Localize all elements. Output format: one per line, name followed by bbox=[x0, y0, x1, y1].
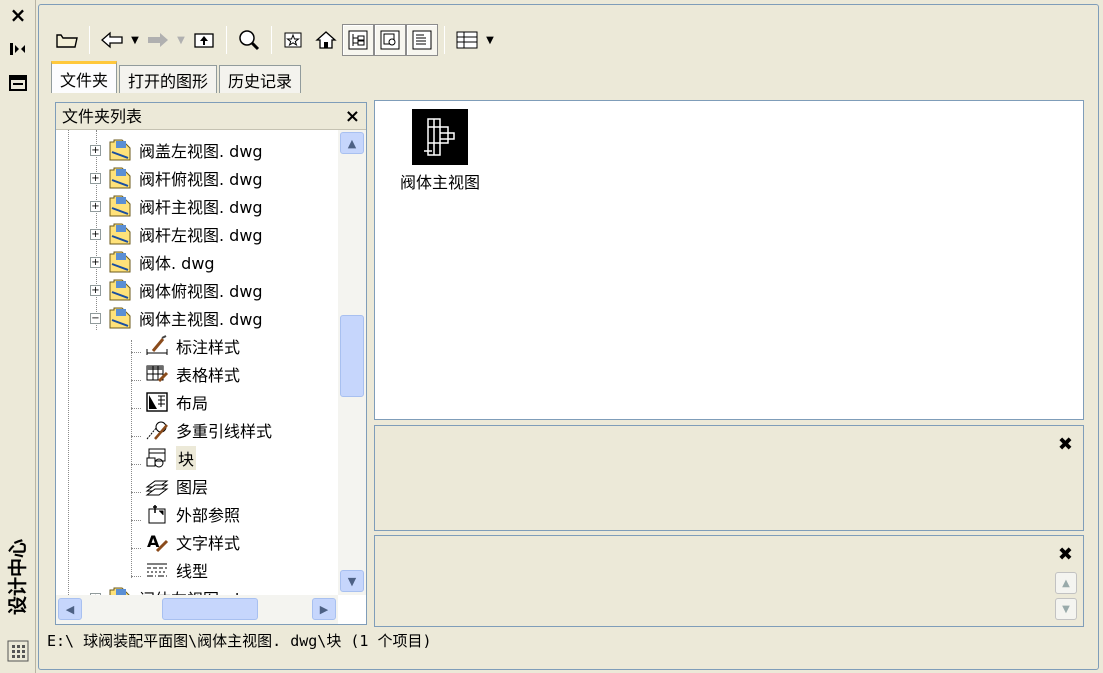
tree-row-layouts[interactable]: 布局 bbox=[144, 388, 208, 416]
tree-row-layers[interactable]: 图层 bbox=[144, 472, 208, 500]
close-icon[interactable]: × bbox=[345, 103, 360, 130]
xref-icon bbox=[144, 502, 170, 526]
views-dropdown-icon[interactable]: ▼ bbox=[483, 24, 497, 56]
linetype-icon bbox=[144, 558, 170, 582]
tree-row-text-styles[interactable]: A 文字样式 bbox=[144, 528, 240, 556]
block-icon bbox=[144, 446, 170, 470]
scrollbar-thumb[interactable] bbox=[162, 598, 258, 620]
collapse-icon[interactable]: − bbox=[90, 312, 101, 324]
tab-folders[interactable]: 文件夹 bbox=[51, 61, 118, 93]
scrollbar-thumb[interactable] bbox=[340, 315, 364, 397]
tree-row-drawing[interactable]: + 阀杆俯视图. dwg bbox=[90, 164, 263, 192]
layout-icon bbox=[144, 390, 170, 414]
dwg-file-icon bbox=[107, 166, 133, 190]
tree-toggle-icon[interactable] bbox=[342, 24, 374, 56]
description-icon[interactable] bbox=[406, 24, 438, 56]
dimension-style-icon bbox=[144, 334, 170, 358]
dwg-file-icon bbox=[107, 306, 133, 330]
close-icon[interactable]: × bbox=[6, 3, 30, 27]
block-thumbnail-icon bbox=[412, 109, 468, 165]
dwg-file-icon bbox=[107, 222, 133, 246]
home-icon[interactable] bbox=[310, 24, 342, 56]
folder-list-title: 文件夹列表 bbox=[62, 107, 143, 126]
tab-strip: 文件夹 打开的图形 历史记录 bbox=[51, 61, 303, 93]
scroll-up-icon[interactable]: ▲ bbox=[1055, 572, 1077, 594]
forward-dropdown-icon[interactable]: ▼ bbox=[174, 24, 188, 56]
dwg-file-icon bbox=[107, 278, 133, 302]
drawing-label: 阀体主视图. dwg bbox=[139, 310, 263, 329]
tree-row-blocks[interactable]: 块 bbox=[144, 444, 197, 472]
tree-row-linetypes[interactable]: 线型 bbox=[144, 556, 208, 584]
folder-list-header: 文件夹列表 × bbox=[56, 103, 366, 130]
scroll-up-icon[interactable]: ▲ bbox=[340, 132, 364, 154]
properties-icon[interactable] bbox=[6, 72, 30, 94]
status-bar: E:\ 球阀装配平面图\阀体主视图. dwg\块 (1 个项目) bbox=[47, 632, 432, 650]
forward-icon[interactable] bbox=[142, 24, 174, 56]
dwg-file-icon bbox=[107, 250, 133, 274]
tree-vertical-scrollbar[interactable]: ▲ ▼ bbox=[338, 130, 366, 595]
tree-row-drawing[interactable]: + 阀杆主视图. dwg bbox=[90, 192, 263, 220]
expand-icon[interactable]: + bbox=[90, 228, 101, 240]
block-item[interactable]: 阀体主视图 bbox=[385, 109, 495, 193]
table-style-icon bbox=[144, 362, 170, 386]
palette-title-strip: × 设计中心 bbox=[0, 0, 36, 673]
drawing-label: 阀体左视图. dwg bbox=[139, 586, 263, 595]
expand-icon[interactable]: + bbox=[90, 200, 101, 212]
palette-grip-icon[interactable] bbox=[6, 640, 30, 662]
favorites-icon[interactable] bbox=[278, 24, 310, 56]
design-center-window: ▼ ▼ ▼ 文件夹 打开的图形 历史记录 文件夹列表 × + 阀盖左视图. dw… bbox=[38, 4, 1099, 670]
scroll-down-icon[interactable]: ▼ bbox=[1055, 598, 1077, 620]
multileader-style-icon bbox=[144, 418, 170, 442]
back-dropdown-icon[interactable]: ▼ bbox=[128, 24, 142, 56]
tab-open-drawings[interactable]: 打开的图形 bbox=[119, 65, 218, 93]
tree-row-drawing[interactable]: + 阀盖左视图. dwg bbox=[90, 136, 263, 164]
preview-icon[interactable] bbox=[374, 24, 406, 56]
drawing-label: 阀体俯视图. dwg bbox=[139, 282, 263, 301]
dwg-file-icon bbox=[107, 194, 133, 218]
auto-hide-icon[interactable] bbox=[6, 38, 30, 60]
expand-icon[interactable]: + bbox=[90, 144, 101, 156]
folder-tree[interactable]: + 阀盖左视图. dwg + 阀杆俯视图. dwg + 阀杆主视图. dwg +… bbox=[56, 130, 338, 595]
views-icon[interactable] bbox=[451, 24, 483, 56]
expand-icon[interactable]: + bbox=[90, 172, 101, 184]
drawing-label: 阀体. dwg bbox=[139, 254, 215, 273]
dwg-file-icon bbox=[107, 138, 133, 162]
palette-title: 设计中心 bbox=[7, 539, 29, 616]
search-icon[interactable] bbox=[233, 24, 265, 56]
block-label: 阀体主视图 bbox=[399, 173, 480, 192]
scroll-left-icon[interactable]: ◀ bbox=[58, 598, 82, 620]
tree-row-drawing[interactable]: + 阀体左视图. dwg bbox=[90, 584, 263, 595]
tree-row-drawing[interactable]: + 阀杆左视图. dwg bbox=[90, 220, 263, 248]
layer-icon bbox=[144, 474, 170, 498]
description-pane: ✖ ▲ ▼ bbox=[374, 535, 1084, 627]
drawing-label: 阀盖左视图. dwg bbox=[139, 142, 263, 161]
tab-history[interactable]: 历史记录 bbox=[219, 65, 302, 93]
load-icon[interactable] bbox=[51, 24, 83, 56]
preview-pane: ✖ bbox=[374, 425, 1084, 531]
tree-row-drawing[interactable]: − 阀体主视图. dwg bbox=[90, 304, 263, 332]
tree-row-xrefs[interactable]: 外部参照 bbox=[144, 500, 240, 528]
tree-row-table-styles[interactable]: 表格样式 bbox=[144, 360, 240, 388]
drawing-label: 阀杆俯视图. dwg bbox=[139, 170, 263, 189]
tree-horizontal-scrollbar[interactable]: ◀ ▶ bbox=[56, 595, 338, 624]
dwg-file-icon bbox=[107, 586, 133, 595]
tree-row-drawing[interactable]: + 阀体. dwg bbox=[90, 248, 215, 276]
folder-list-panel: 文件夹列表 × + 阀盖左视图. dwg + 阀杆俯视图. dwg + 阀杆主视… bbox=[55, 102, 367, 625]
expand-icon[interactable]: + bbox=[90, 256, 101, 268]
text-style-icon: A bbox=[144, 530, 170, 554]
drawing-label: 阀杆左视图. dwg bbox=[139, 226, 263, 245]
tree-row-dimension-styles[interactable]: 标注样式 bbox=[144, 332, 240, 360]
toolbar: ▼ ▼ ▼ bbox=[51, 23, 497, 57]
scroll-right-icon[interactable]: ▶ bbox=[312, 598, 336, 620]
close-icon[interactable]: ✖ bbox=[1058, 544, 1073, 565]
drawing-label: 阀杆主视图. dwg bbox=[139, 198, 263, 217]
tree-row-multileader-styles[interactable]: 多重引线样式 bbox=[144, 416, 272, 444]
scroll-down-icon[interactable]: ▼ bbox=[340, 570, 364, 592]
close-icon[interactable]: ✖ bbox=[1058, 434, 1073, 455]
content-area[interactable]: 阀体主视图 bbox=[374, 100, 1084, 420]
tree-row-drawing[interactable]: + 阀体俯视图. dwg bbox=[90, 276, 263, 304]
up-icon[interactable] bbox=[188, 24, 220, 56]
back-icon[interactable] bbox=[96, 24, 128, 56]
expand-icon[interactable]: + bbox=[90, 284, 101, 296]
